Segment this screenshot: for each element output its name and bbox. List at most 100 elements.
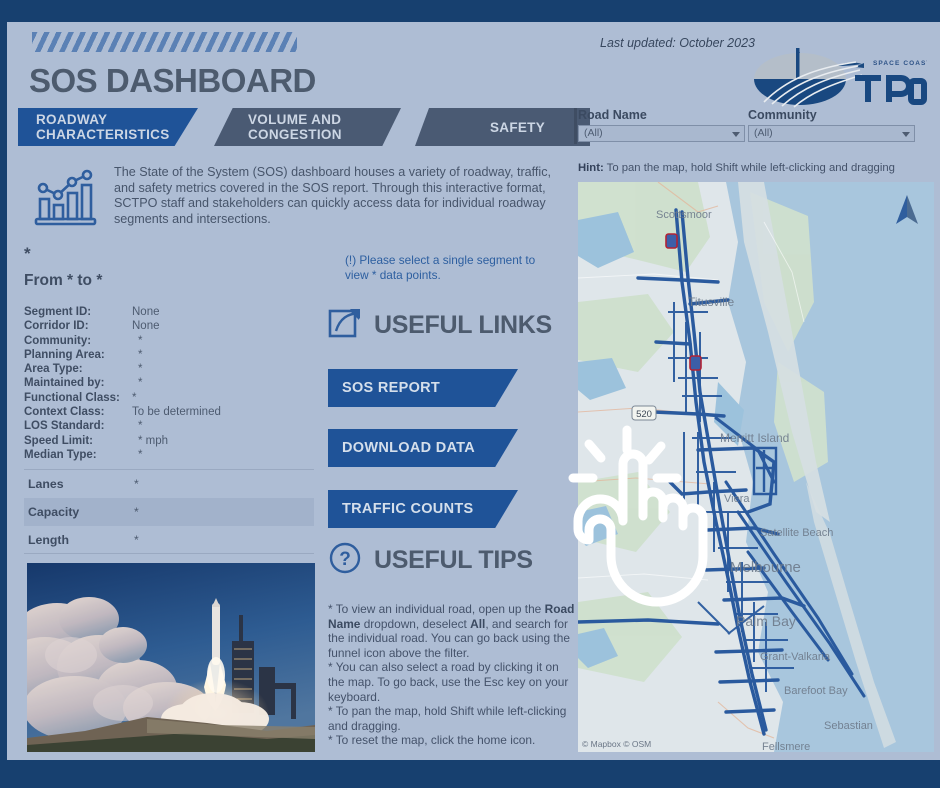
tip-line: * To reset the map, click the home icon. xyxy=(328,733,536,748)
bottom-frame-bar xyxy=(0,760,940,788)
attribute-row: LOS Standard: * xyxy=(24,420,314,434)
tab-label-line1: SAFETY xyxy=(489,119,546,135)
svg-text:SPACE COAST: SPACE COAST xyxy=(873,60,927,67)
attribute-value: None xyxy=(132,320,160,333)
top-frame-bar xyxy=(0,0,940,22)
divider xyxy=(24,553,314,554)
left-frame-bar xyxy=(0,22,7,760)
map-label: Viera xyxy=(724,493,750,505)
community-value: (All) xyxy=(754,127,773,139)
metric-label: Lanes xyxy=(28,477,64,491)
metric-row-capacity: Capacity * xyxy=(24,498,314,526)
hint-text: To pan the map, hold Shift while left-cl… xyxy=(606,162,895,174)
attribute-key: LOS Standard: xyxy=(24,420,105,433)
segment-name: * xyxy=(24,244,31,263)
map-label: Merritt Island xyxy=(720,431,789,445)
tab-safety[interactable]: SAFETY xyxy=(415,108,590,146)
attribute-value: * xyxy=(138,420,143,433)
attribute-value: To be determined xyxy=(132,406,221,419)
hint-prefix: Hint: xyxy=(578,162,604,174)
map-attribution: © Mapbox © OSM xyxy=(582,739,652,749)
question-mark-circle-icon: ? xyxy=(328,541,362,580)
useful-tips-title: USEFUL TIPS xyxy=(374,546,533,574)
map-label: Melbourne xyxy=(730,559,801,576)
map-label: Sebastian xyxy=(824,720,873,732)
filter-community: Community (All) xyxy=(748,108,915,142)
tab-roadway-characteristics[interactable]: ROADWAY CHARACTERISTICS xyxy=(18,108,198,146)
metric-value: * xyxy=(134,505,139,519)
segment-from-to: From * to * xyxy=(24,272,103,289)
attribute-row: Context Class: To be determined xyxy=(24,406,314,420)
metric-label: Length xyxy=(28,533,69,547)
attribute-value: * xyxy=(138,348,143,361)
useful-tips-body: * To view an individual road, open up th… xyxy=(328,602,575,748)
tip-line: * To view an individual road, open up th… xyxy=(328,602,575,660)
filter-label: Community xyxy=(748,108,817,122)
tip-line: * You can also select a road by clicking… xyxy=(328,660,569,704)
map-label: Fellsmere xyxy=(762,741,810,752)
metric-row-length: Length * xyxy=(24,526,314,554)
tab-label-line1: VOLUME AND xyxy=(248,112,342,127)
tab-label-line2: CHARACTERISTICS xyxy=(36,127,170,142)
metric-row-lanes: Lanes * xyxy=(24,470,314,498)
roadway-map[interactable]: 520 Scottsmoor Titusville Merritt Island… xyxy=(578,182,934,752)
chevron-down-icon[interactable] xyxy=(902,132,910,137)
bar-chart-trend-icon xyxy=(30,163,102,227)
filter-accent-rule xyxy=(574,108,577,144)
attribute-key: Area Type: xyxy=(24,363,83,376)
attribute-row: Community: * xyxy=(24,335,314,349)
tab-label-line2: CONGESTION xyxy=(248,127,342,142)
attribute-value: * mph xyxy=(138,434,169,447)
map-label: Grant-Valkaria xyxy=(760,651,831,663)
last-updated-text: Last updated: October 2023 xyxy=(600,36,755,50)
attribute-key: Speed Limit: xyxy=(24,434,94,447)
attribute-row: Speed Limit: * mph xyxy=(24,435,314,449)
community-select[interactable]: (All) xyxy=(748,125,915,142)
attribute-row: Median Type: * xyxy=(24,449,314,463)
metric-value: * xyxy=(134,477,139,491)
dashboard-header: SOS DASHBOARD Last updated: October 2023… xyxy=(7,22,940,108)
tab-label-line1: ROADWAY xyxy=(36,112,108,127)
page-title: SOS DASHBOARD xyxy=(29,62,316,99)
attribute-row: Corridor ID: None xyxy=(24,320,314,334)
intro-description: The State of the System (SOS) dashboard … xyxy=(114,165,552,226)
road-name-select[interactable]: (All) xyxy=(578,125,745,142)
sos-report-button[interactable]: SOS REPORT xyxy=(328,369,518,407)
download-data-button[interactable]: DOWNLOAD DATA xyxy=(328,429,518,467)
attribute-row: Maintained by: * xyxy=(24,377,314,391)
route-shield-label: 520 xyxy=(636,409,652,420)
tip-line: * To pan the map, hold Shift while left-… xyxy=(328,704,567,733)
map-label: Palm Bay xyxy=(736,613,796,629)
attribute-row: Functional Class: * xyxy=(24,392,314,406)
map-label: Titusville xyxy=(688,295,735,309)
attribute-value: None xyxy=(132,306,160,318)
attribute-key: Planning Area: xyxy=(24,348,105,361)
select-segment-note: (!) Please select a single segment to vi… xyxy=(345,253,536,282)
road-name-value: (All) xyxy=(584,127,603,139)
useful-links-heading: USEFUL LINKS xyxy=(328,307,552,344)
segment-attribute-list: Segment ID: None Corridor ID: None Commu… xyxy=(24,306,314,463)
metric-value: * xyxy=(134,533,139,547)
attribute-row: Area Type: * xyxy=(24,363,314,377)
tab-volume-and-congestion[interactable]: VOLUME AND CONGESTION xyxy=(214,108,401,146)
metric-label: Capacity xyxy=(28,505,80,519)
map-hint: Hint: To pan the map, hold Shift while l… xyxy=(578,162,895,174)
sos-dashboard-app: SOS DASHBOARD Last updated: October 2023… xyxy=(0,0,940,788)
attribute-key: Median Type: xyxy=(24,448,97,461)
button-label: DOWNLOAD DATA xyxy=(342,440,476,456)
map-label: Barefoot Bay xyxy=(784,685,848,697)
attribute-value: * xyxy=(132,391,137,404)
attribute-value: * xyxy=(138,334,143,347)
traffic-counts-button[interactable]: TRAFFIC COUNTS xyxy=(328,490,518,528)
attribute-row: Segment ID: None xyxy=(24,306,314,320)
useful-tips-heading: ? USEFUL TIPS xyxy=(328,541,533,580)
filter-label: Road Name xyxy=(578,108,647,122)
rocket-launch-photo xyxy=(27,563,315,752)
map-label: Satellite Beach xyxy=(760,527,833,539)
attribute-value: * xyxy=(138,377,143,390)
north-arrow-icon xyxy=(894,194,920,230)
external-link-icon xyxy=(328,307,362,344)
attribute-value: * xyxy=(138,448,143,461)
attribute-row: Planning Area: * xyxy=(24,349,314,363)
chevron-down-icon[interactable] xyxy=(732,132,740,137)
